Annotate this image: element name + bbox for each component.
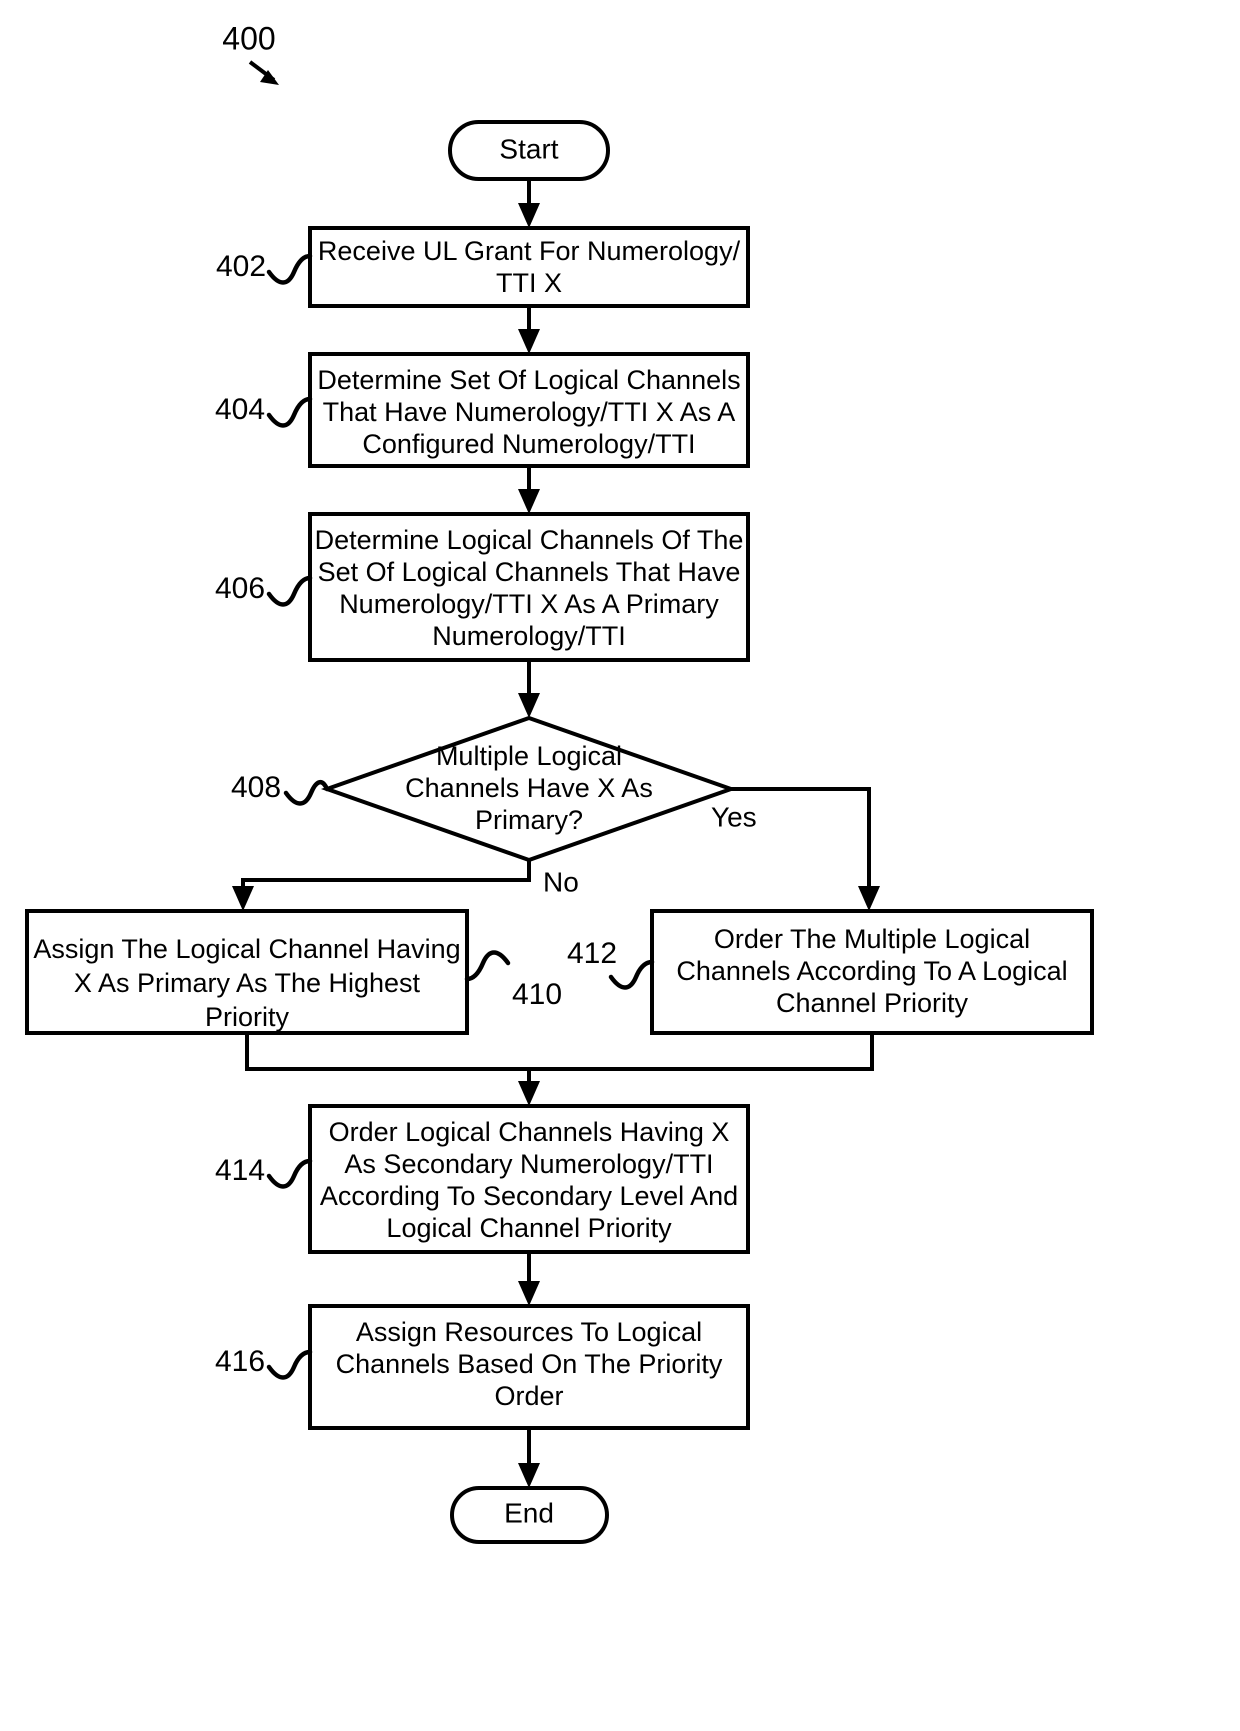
figure-number: 400 [222,20,275,56]
arrowhead-no-to-410 [232,886,254,911]
process-box-410-line-2: Priority [205,1002,290,1032]
process-box-416-line-1: Channels Based On The Priority [336,1349,723,1379]
arrowhead-start-to-402 [518,203,540,228]
process-box-406-line-1: Set Of Logical Channels That Have [318,557,741,587]
process-box-414-line-1: As Secondary Numerology/TTI [344,1149,713,1179]
process-box-414-line-3: Logical Channel Priority [386,1213,672,1243]
ref-label-416: 416 [215,1345,265,1378]
decision-diamond-408-line-2: Primary? [475,805,583,835]
process-box-402-line-1: TTI X [496,268,562,298]
arrowhead-404-to-406 [518,489,540,514]
connector-no-to-410 [241,860,531,893]
ref-label-414: 414 [215,1154,265,1187]
process-box-406-line-3: Numerology/TTI [432,621,626,651]
process-box-404-line-1: That Have Numerology/TTI X As A [323,397,736,427]
start-terminator-label: Start [499,133,558,164]
process-box-412-line-1: Channels According To A Logical [676,956,1067,986]
ref-leader-410 [464,950,511,982]
arrowhead-414-to-416 [518,1281,540,1306]
process-box-416-line-2: Order [494,1381,563,1411]
branch-label-no: No [543,866,579,897]
connector-410-merge [245,1033,529,1071]
ref-label-402: 402 [216,250,266,283]
ref-leader-402 [266,253,313,285]
patent-figure-400: 400 Start Receive UL Grant For Numerolog… [0,0,1240,1731]
process-box-404-line-2: Configured Numerology/TTI [362,429,695,459]
ref-leader-404 [266,396,313,428]
process-box-402-line-0: Receive UL Grant For Numerology/ [318,236,741,266]
flowchart-canvas: 400 Start Receive UL Grant For Numerolog… [25,20,1094,1544]
process-box-414-line-2: According To Secondary Level And [320,1181,738,1211]
process-box-406-line-0: Determine Logical Channels Of The [315,525,744,555]
connector-412-merge [529,1033,874,1071]
arrowhead-yes-to-412 [858,886,880,911]
arrowhead-416-to-end [518,1463,540,1488]
process-box-412-line-2: Channel Priority [776,988,969,1018]
branch-label-yes: Yes [711,801,757,832]
ref-label-410: 410 [512,978,562,1011]
decision-diamond-408-line-0: Multiple Logical [436,741,622,771]
process-box-414-line-0: Order Logical Channels Having X [329,1117,730,1147]
ref-leader-412 [608,959,655,990]
ref-leader-406 [266,575,313,607]
process-box-404-line-0: Determine Set Of Logical Channels [317,365,740,395]
ref-leader-408 [283,780,330,806]
end-terminator-label: End [504,1497,554,1528]
process-box-416-line-0: Assign Resources To Logical [356,1317,702,1347]
process-box-410-line-0: Assign The Logical Channel Having [33,934,460,964]
arrowhead-402-to-404 [518,329,540,354]
ref-label-406: 406 [215,572,265,605]
decision-diamond-408-line-1: Channels Have X As [405,773,653,803]
ref-label-408: 408 [231,771,281,804]
process-box-412-line-0: Order The Multiple Logical [714,924,1030,954]
ref-leader-416 [266,1349,313,1380]
process-box-406-line-2: Numerology/TTI X As A Primary [339,589,719,619]
process-box-410-line-1: X As Primary As The Highest [74,968,421,998]
ref-label-412: 412 [567,937,617,970]
arrowhead-merge-to-414 [518,1081,540,1106]
arrowhead-406-to-408 [518,693,540,718]
ref-leader-414 [266,1158,313,1189]
ref-label-404: 404 [215,393,265,426]
